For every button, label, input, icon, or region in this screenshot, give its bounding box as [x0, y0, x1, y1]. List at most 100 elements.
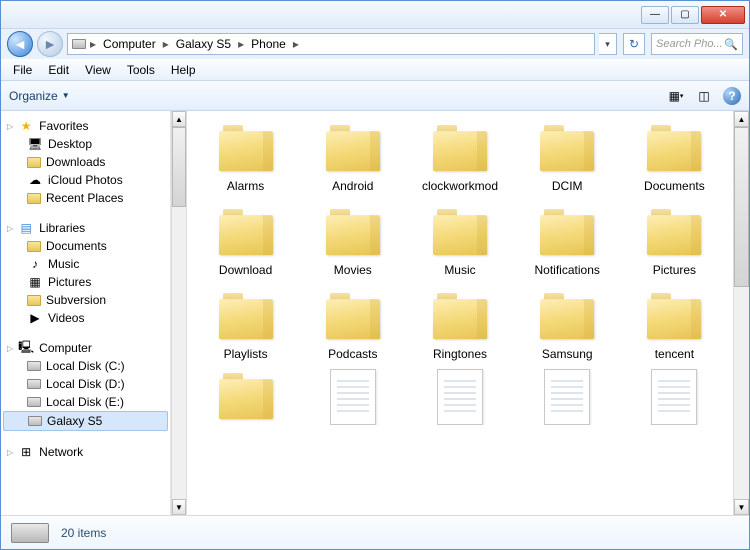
chevron-right-icon: ▸ — [293, 37, 299, 51]
scroll-thumb[interactable] — [172, 127, 186, 207]
nav-network-header[interactable]: ▷ ⊞ Network — [1, 443, 170, 461]
navpane-scrollbar[interactable]: ▲ ▼ — [171, 111, 187, 515]
content-scrollbar[interactable]: ▲ ▼ — [733, 111, 749, 515]
file-icon — [651, 369, 697, 425]
drive-icon — [27, 397, 41, 407]
window-close-button[interactable]: ✕ — [701, 6, 745, 24]
breadcrumb-computer[interactable]: Computer — [100, 36, 159, 52]
nav-item-pictures[interactable]: ▦Pictures — [1, 273, 170, 291]
folder-item[interactable]: Music — [409, 201, 510, 281]
folder-icon — [429, 289, 491, 341]
folder-label: Download — [219, 263, 272, 277]
menu-tools[interactable]: Tools — [119, 61, 163, 79]
drive-icon — [27, 379, 41, 389]
folder-item[interactable]: Movies — [302, 201, 403, 281]
folder-item[interactable]: Documents — [624, 117, 725, 197]
scroll-thumb[interactable] — [734, 127, 749, 287]
nav-item-subversion[interactable]: Subversion — [1, 291, 170, 309]
folder-item[interactable]: DCIM — [517, 117, 618, 197]
network-icon: ⊞ — [18, 445, 34, 459]
search-placeholder: Search Pho... — [656, 38, 723, 50]
folder-item[interactable]: Android — [302, 117, 403, 197]
folder-item[interactable]: Alarms — [195, 117, 296, 197]
folder-item[interactable]: Samsung — [517, 285, 618, 365]
nav-favorites-label: Favorites — [39, 119, 88, 133]
folder-label: Podcasts — [328, 347, 377, 361]
folder-grid-partial — [195, 365, 725, 425]
chevron-right-icon: ▸ — [163, 37, 169, 51]
folder-icon — [322, 121, 384, 173]
music-icon: ♪ — [27, 257, 43, 271]
chevron-right-icon: ▸ — [238, 37, 244, 51]
menu-help[interactable]: Help — [163, 61, 204, 79]
nav-item-local-disk-d[interactable]: Local Disk (D:) — [1, 375, 170, 393]
scroll-up-button[interactable]: ▲ — [172, 111, 186, 127]
nav-item-recent-places[interactable]: Recent Places — [1, 189, 170, 207]
view-options-button[interactable]: ▦▾ — [667, 87, 685, 105]
search-input[interactable]: Search Pho... 🔍 — [651, 33, 743, 55]
file-item[interactable] — [517, 365, 618, 425]
window-maximize-button[interactable]: ▢ — [671, 6, 699, 24]
folder-icon — [27, 241, 41, 252]
nav-forward-button[interactable]: ► — [37, 31, 63, 57]
nav-item-documents[interactable]: Documents — [1, 237, 170, 255]
nav-item-galaxy-s5[interactable]: Galaxy S5 — [3, 411, 168, 431]
folder-item[interactable]: Pictures — [624, 201, 725, 281]
preview-pane-button[interactable]: ◫ — [695, 87, 713, 105]
breadcrumb-galaxy-s5[interactable]: Galaxy S5 — [173, 36, 234, 52]
nav-item-music[interactable]: ♪Music — [1, 255, 170, 273]
address-bar-row: ◄ ► ▸ Computer ▸ Galaxy S5 ▸ Phone ▸ ▾ ↻… — [1, 29, 749, 59]
folder-item[interactable]: Notifications — [517, 201, 618, 281]
folder-item[interactable] — [195, 365, 296, 425]
menu-view[interactable]: View — [77, 61, 119, 79]
scroll-down-button[interactable]: ▼ — [172, 499, 186, 515]
menu-file[interactable]: File — [5, 61, 40, 79]
folder-label: tencent — [655, 347, 694, 361]
star-icon: ★ — [18, 119, 34, 133]
organize-label: Organize — [9, 89, 58, 103]
folder-icon — [215, 289, 277, 341]
folder-icon — [643, 289, 705, 341]
nav-item-videos[interactable]: ▶Videos — [1, 309, 170, 327]
window-minimize-button[interactable]: — — [641, 6, 669, 24]
file-item[interactable] — [624, 365, 725, 425]
file-icon — [437, 369, 483, 425]
nav-computer-header[interactable]: ▷ 🖳 Computer — [1, 339, 170, 357]
address-history-dropdown[interactable]: ▾ — [599, 33, 617, 55]
scroll-up-button[interactable]: ▲ — [734, 111, 749, 127]
nav-libraries-header[interactable]: ▷ ▤ Libraries — [1, 219, 170, 237]
folder-item[interactable]: Playlists — [195, 285, 296, 365]
file-item[interactable] — [302, 365, 403, 425]
folder-icon — [643, 205, 705, 257]
nav-item-downloads[interactable]: Downloads — [1, 153, 170, 171]
nav-favorites-header[interactable]: ▷ ★ Favorites — [1, 117, 170, 135]
nav-item-desktop[interactable]: 🖥Desktop — [1, 135, 170, 153]
help-button[interactable]: ? — [723, 87, 741, 105]
folder-item[interactable]: clockworkmod — [409, 117, 510, 197]
content-pane[interactable]: Alarms Android clockworkmodDCIMDocuments Do… — [187, 111, 733, 515]
folder-label: Android — [332, 179, 373, 193]
nav-item-icloud-photos[interactable]: ☁iCloud Photos — [1, 171, 170, 189]
breadcrumb-phone[interactable]: Phone — [248, 36, 289, 52]
navigation-pane: ▷ ★ Favorites 🖥Desktop Downloads ☁iCloud… — [1, 111, 171, 515]
folder-item[interactable]: Download — [195, 201, 296, 281]
refresh-button[interactable]: ↻ — [623, 33, 645, 55]
explorer-window: — ▢ ✕ ◄ ► ▸ Computer ▸ Galaxy S5 ▸ Phone… — [0, 0, 750, 550]
status-bar: 20 items — [1, 515, 749, 549]
folder-item[interactable]: tencent — [624, 285, 725, 365]
address-bar[interactable]: ▸ Computer ▸ Galaxy S5 ▸ Phone ▸ — [67, 33, 595, 55]
menu-edit[interactable]: Edit — [40, 61, 77, 79]
search-icon: 🔍 — [724, 38, 738, 51]
organize-menu-button[interactable]: Organize ▼ — [9, 89, 70, 103]
chevron-right-icon: ▸ — [90, 37, 96, 51]
folder-item[interactable]: Ringtones — [409, 285, 510, 365]
nav-item-local-disk-c[interactable]: Local Disk (C:) — [1, 357, 170, 375]
scroll-down-button[interactable]: ▼ — [734, 499, 749, 515]
nav-back-button[interactable]: ◄ — [7, 31, 33, 57]
folder-item[interactable]: Podcasts — [302, 285, 403, 365]
folder-icon — [536, 205, 598, 257]
nav-item-local-disk-e[interactable]: Local Disk (E:) — [1, 393, 170, 411]
file-item[interactable] — [409, 365, 510, 425]
folder-icon — [536, 289, 598, 341]
folder-icon — [27, 295, 41, 306]
